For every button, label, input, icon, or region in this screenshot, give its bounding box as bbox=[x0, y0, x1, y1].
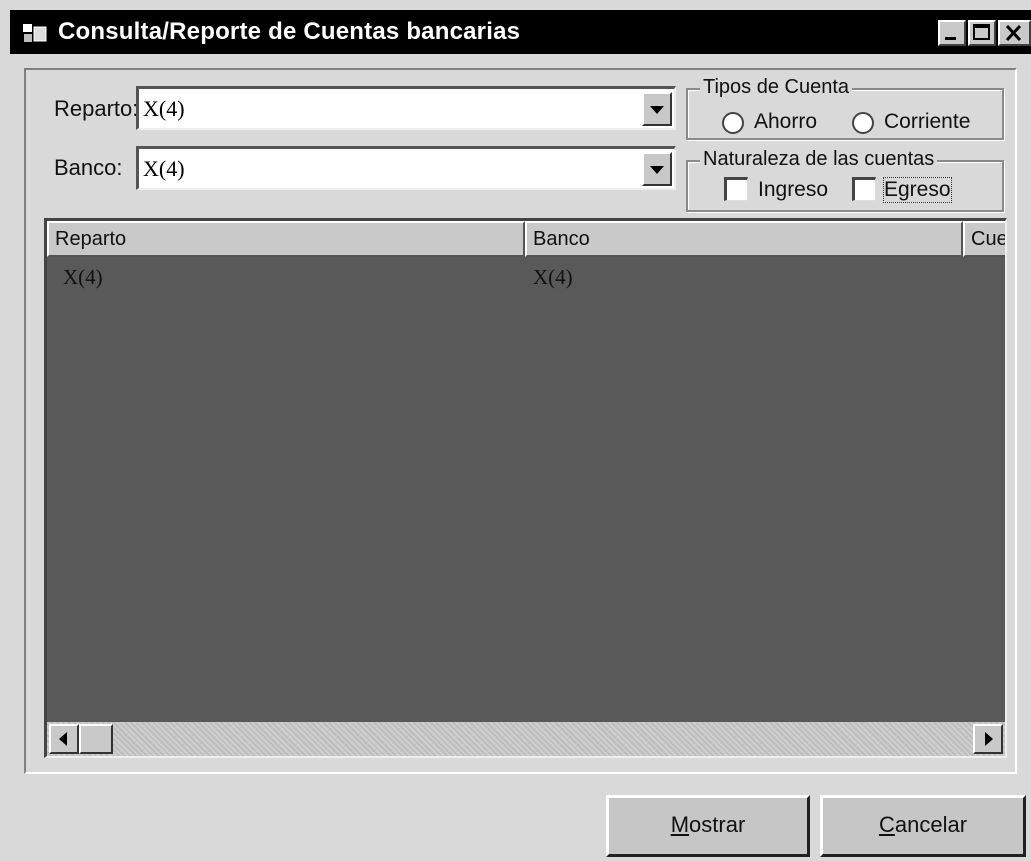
reparto-dropdown-button[interactable] bbox=[642, 92, 672, 126]
banco-label: Banco: bbox=[54, 155, 123, 180]
egreso-checkbox[interactable] bbox=[852, 177, 876, 201]
mostrar-mnemonic: M bbox=[670, 812, 690, 837]
reparto-combo[interactable]: X(4) bbox=[136, 86, 676, 130]
cancelar-label: ancelar bbox=[894, 812, 968, 837]
chevron-down-icon bbox=[650, 166, 664, 174]
chevron-down-icon bbox=[650, 106, 664, 114]
column-header-cuenta[interactable]: Cue bbox=[963, 221, 1005, 257]
close-button[interactable] bbox=[998, 20, 1031, 46]
grid-cell-reparto[interactable]: X(4) bbox=[63, 265, 103, 290]
ahorro-radio[interactable] bbox=[722, 112, 744, 134]
corriente-radio[interactable] bbox=[852, 112, 874, 134]
horizontal-scrollbar[interactable] bbox=[47, 722, 1005, 756]
scroll-right-button[interactable] bbox=[973, 724, 1003, 754]
ingreso-checkbox[interactable] bbox=[724, 177, 748, 201]
reparto-value: X(4) bbox=[143, 96, 185, 121]
reparto-label: Reparto: bbox=[54, 96, 139, 121]
arrow-right-icon bbox=[985, 732, 993, 746]
close-icon bbox=[1005, 24, 1022, 42]
title-bar: Consulta/Reporte de Cuentas bancarias bbox=[10, 10, 1031, 54]
maximize-button[interactable] bbox=[968, 20, 996, 46]
ingreso-label[interactable]: Ingreso bbox=[758, 178, 828, 202]
banco-value: X(4) bbox=[143, 156, 185, 181]
maximize-icon bbox=[973, 24, 990, 40]
cancelar-mnemonic: C bbox=[878, 812, 895, 837]
grid-cell-banco[interactable]: X(4) bbox=[533, 265, 573, 290]
corriente-label[interactable]: Corriente bbox=[884, 110, 970, 134]
banco-dropdown-button[interactable] bbox=[642, 152, 672, 186]
cancelar-button[interactable]: Cancelar bbox=[820, 795, 1026, 857]
minimize-button[interactable] bbox=[938, 20, 966, 46]
banco-combo[interactable]: X(4) bbox=[136, 146, 676, 190]
mostrar-label: ostrar bbox=[689, 812, 746, 837]
app-icon bbox=[23, 24, 47, 42]
scroll-thumb[interactable] bbox=[79, 724, 113, 754]
mostrar-button[interactable]: Mostrar bbox=[606, 795, 810, 857]
accounts-grid[interactable]: Reparto Banco Cue X(4) X(4) bbox=[44, 218, 1007, 758]
egreso-label[interactable]: Egreso bbox=[883, 177, 952, 203]
column-header-reparto[interactable]: Reparto bbox=[47, 221, 525, 257]
minimize-icon bbox=[945, 37, 956, 40]
arrow-left-icon bbox=[59, 732, 67, 746]
scroll-left-button[interactable] bbox=[49, 724, 79, 754]
naturaleza-title: Naturaleza de las cuentas bbox=[700, 148, 938, 171]
tipos-cuenta-title: Tipos de Cuenta bbox=[700, 76, 853, 99]
window-title: Consulta/Reporte de Cuentas bancarias bbox=[58, 18, 521, 45]
column-header-banco[interactable]: Banco bbox=[525, 221, 963, 257]
ahorro-label[interactable]: Ahorro bbox=[754, 110, 817, 134]
